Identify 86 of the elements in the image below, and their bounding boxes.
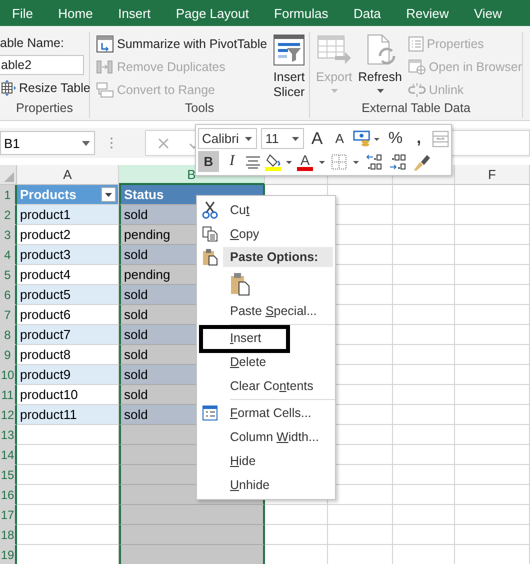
menu-tab[interactable]: Formulas (274, 6, 328, 20)
align-center-icon[interactable] (245, 154, 261, 168)
row-number[interactable]: 11 (0, 385, 17, 405)
export-table-icon (317, 34, 352, 66)
header-cell: Products (17, 185, 119, 205)
row-number[interactable]: 7 (0, 305, 17, 325)
convert-range-icon (96, 82, 114, 98)
menu-section-header: Paste Options: (223, 247, 333, 267)
menu-tab[interactable]: Insert (118, 6, 151, 20)
grow-font-button[interactable]: A (308, 128, 327, 149)
clipboard-icon (202, 248, 218, 266)
bold-button[interactable]: B (198, 151, 219, 172)
row-number[interactable]: 1 (0, 185, 17, 205)
menu-tab[interactable]: Review (406, 6, 449, 20)
paste-icon[interactable] (230, 272, 250, 296)
caret-icon (82, 140, 90, 146)
ribbon-button[interactable]: Summarize with PivotTable (96, 34, 268, 54)
properties-list-icon (408, 36, 424, 52)
row-number[interactable]: 9 (0, 345, 17, 365)
grip-icon (110, 137, 113, 149)
group-label: External Table Data (360, 101, 472, 117)
group-label: Properties (15, 101, 74, 117)
menu-item[interactable]: Hide (223, 454, 256, 468)
menu-tab[interactable]: Data (353, 6, 381, 20)
caret-icon (376, 89, 384, 93)
browser-table-icon (408, 59, 426, 75)
menu-tab[interactable]: View (474, 6, 502, 20)
menu-tab[interactable]: Home (58, 6, 93, 20)
table-name-field[interactable]: able2 (0, 55, 84, 75)
table-cell: product11 (17, 405, 119, 425)
row-number[interactable]: 19 (0, 545, 17, 564)
name-box[interactable]: B1 (0, 131, 95, 155)
column-header[interactable]: F (455, 165, 530, 185)
broken-link-icon (408, 82, 426, 98)
column-header[interactable]: A (17, 165, 119, 185)
copy-icon (202, 226, 218, 242)
menu-item[interactable]: Cut (223, 203, 250, 217)
ribbon-large-button[interactable]: Refresh (358, 32, 402, 101)
fill-color-icon[interactable] (265, 152, 293, 170)
row-number[interactable]: 14 (0, 445, 17, 465)
row-number[interactable]: 3 (0, 225, 17, 245)
caret-icon (330, 89, 338, 93)
row-number[interactable]: 5 (0, 265, 17, 285)
table-cell: product3 (17, 245, 119, 265)
row-number[interactable]: 4 (0, 245, 17, 265)
caret-icon (292, 136, 299, 140)
caret-icon (245, 136, 252, 140)
group-label: Tools (184, 101, 216, 117)
row-number[interactable]: 6 (0, 285, 17, 305)
menu-item[interactable]: Copy (223, 227, 260, 241)
table-cell: product5 (17, 285, 119, 305)
format-cells-icon (202, 405, 218, 421)
menu-item[interactable]: Insert (223, 331, 262, 345)
table-cell: product7 (17, 325, 119, 345)
slicer-icon (273, 34, 306, 66)
font-dropdown[interactable]: Calibri (198, 128, 258, 149)
row-number[interactable]: 12 (0, 405, 17, 425)
cut-icon (202, 201, 218, 219)
row-number[interactable]: 18 (0, 525, 17, 545)
row-number[interactable]: 15 (0, 465, 17, 485)
field-label: able Name: (0, 35, 64, 52)
caret-icon (105, 192, 112, 196)
filter-button[interactable] (101, 187, 116, 202)
row-number[interactable]: 2 (0, 205, 17, 225)
row-number[interactable]: 13 (0, 425, 17, 445)
table-cell: product9 (17, 365, 119, 385)
menu-item[interactable]: Unhide (223, 478, 270, 492)
row-number[interactable]: 17 (0, 505, 17, 525)
remove-duplicates-icon (96, 59, 114, 75)
ribbon-button[interactable]: Resize Table (0, 78, 90, 98)
menu-tab[interactable]: Page Layout (176, 6, 249, 20)
menu-item[interactable]: Column Width... (223, 430, 319, 444)
row-number[interactable]: 8 (0, 325, 17, 345)
pivot-table-icon (96, 35, 114, 53)
shrink-font-button[interactable]: A (330, 128, 349, 149)
comma-button[interactable]: , (410, 128, 428, 149)
menu-tab[interactable]: File (12, 6, 33, 20)
ribbon-large-button[interactable]: Insert Slicer (273, 32, 306, 101)
format-painter-icon[interactable] (413, 152, 431, 170)
row-number[interactable]: 10 (0, 365, 17, 385)
corner-triangle-icon (4, 172, 14, 182)
row-number[interactable]: 16 (0, 485, 17, 505)
font-size-dropdown[interactable]: 11 (261, 128, 304, 149)
percent-button[interactable]: % (385, 128, 406, 149)
table-cell: product1 (17, 205, 119, 225)
currency-icon[interactable] (352, 130, 382, 148)
